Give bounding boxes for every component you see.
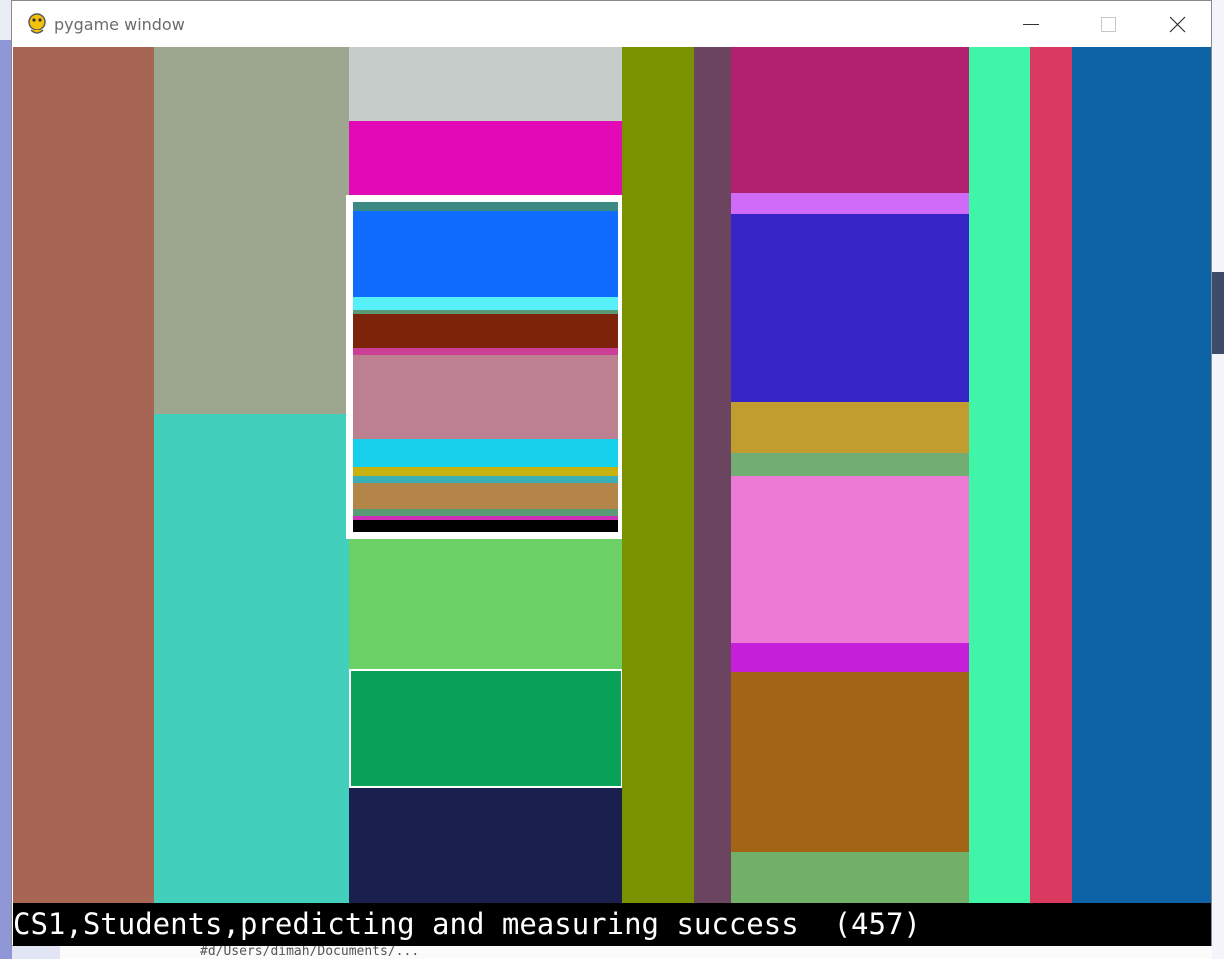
treemap-subcell[interactable] xyxy=(353,202,618,211)
minimize-button[interactable] xyxy=(1002,1,1072,47)
treemap-cell[interactable] xyxy=(731,193,969,214)
treemap-subcell[interactable] xyxy=(353,297,618,310)
maximize-button[interactable] xyxy=(1072,1,1142,47)
treemap-cell[interactable] xyxy=(1072,47,1211,903)
treemap-subcell[interactable] xyxy=(353,483,618,509)
treemap-cell[interactable] xyxy=(731,476,969,643)
treemap-subcell[interactable] xyxy=(353,314,618,348)
treemap-subcell[interactable] xyxy=(353,355,618,439)
desktop-right-strip xyxy=(1212,0,1224,959)
treemap-subcell[interactable] xyxy=(353,467,618,476)
treemap-cell[interactable] xyxy=(694,47,731,903)
treemap-cell[interactable] xyxy=(731,214,969,402)
treemap-cell[interactable] xyxy=(154,414,349,903)
treemap-cell[interactable] xyxy=(731,852,969,903)
treemap-cell[interactable] xyxy=(349,788,622,903)
hovered-treemap-cell[interactable] xyxy=(349,669,623,788)
treemap-cell[interactable] xyxy=(349,47,622,121)
treemap-subcell[interactable] xyxy=(353,520,618,532)
close-button[interactable] xyxy=(1142,1,1212,47)
maximize-icon xyxy=(1101,17,1116,32)
treemap-subcell[interactable] xyxy=(353,439,618,467)
title-bar[interactable]: pygame window xyxy=(12,1,1211,47)
treemap-cell[interactable] xyxy=(349,121,622,195)
treemap-subcell[interactable] xyxy=(353,509,618,516)
treemap-cell[interactable] xyxy=(1030,47,1072,903)
treemap-subcell[interactable] xyxy=(353,211,618,297)
treemap-canvas[interactable] xyxy=(13,47,1211,903)
treemap-cell[interactable] xyxy=(731,47,969,193)
treemap-subcell[interactable] xyxy=(353,348,618,355)
close-icon xyxy=(1169,16,1186,33)
treemap-cell[interactable] xyxy=(731,402,969,453)
treemap-cell[interactable] xyxy=(969,47,1030,903)
treemap-cell[interactable] xyxy=(731,643,969,672)
desktop-right-accent xyxy=(1212,272,1224,354)
minimize-icon xyxy=(1023,24,1039,25)
treemap-cell[interactable] xyxy=(622,47,694,903)
pygame-snake-icon xyxy=(26,12,48,36)
status-bar: CS1,Students,predicting and measuring su… xyxy=(13,903,1211,946)
window-title: pygame window xyxy=(54,15,185,34)
pygame-window[interactable]: pygame window CS1,Students,predicting an… xyxy=(11,0,1212,946)
treemap-cell[interactable] xyxy=(349,539,622,669)
treemap-cell[interactable] xyxy=(731,453,969,476)
treemap-subcell[interactable] xyxy=(353,476,618,483)
treemap-cell[interactable] xyxy=(154,47,349,414)
treemap-cell[interactable] xyxy=(731,672,969,852)
background-terminal-text: #d/Users/dimah/Documents/... xyxy=(60,944,1212,959)
treemap-cell[interactable] xyxy=(13,47,154,903)
